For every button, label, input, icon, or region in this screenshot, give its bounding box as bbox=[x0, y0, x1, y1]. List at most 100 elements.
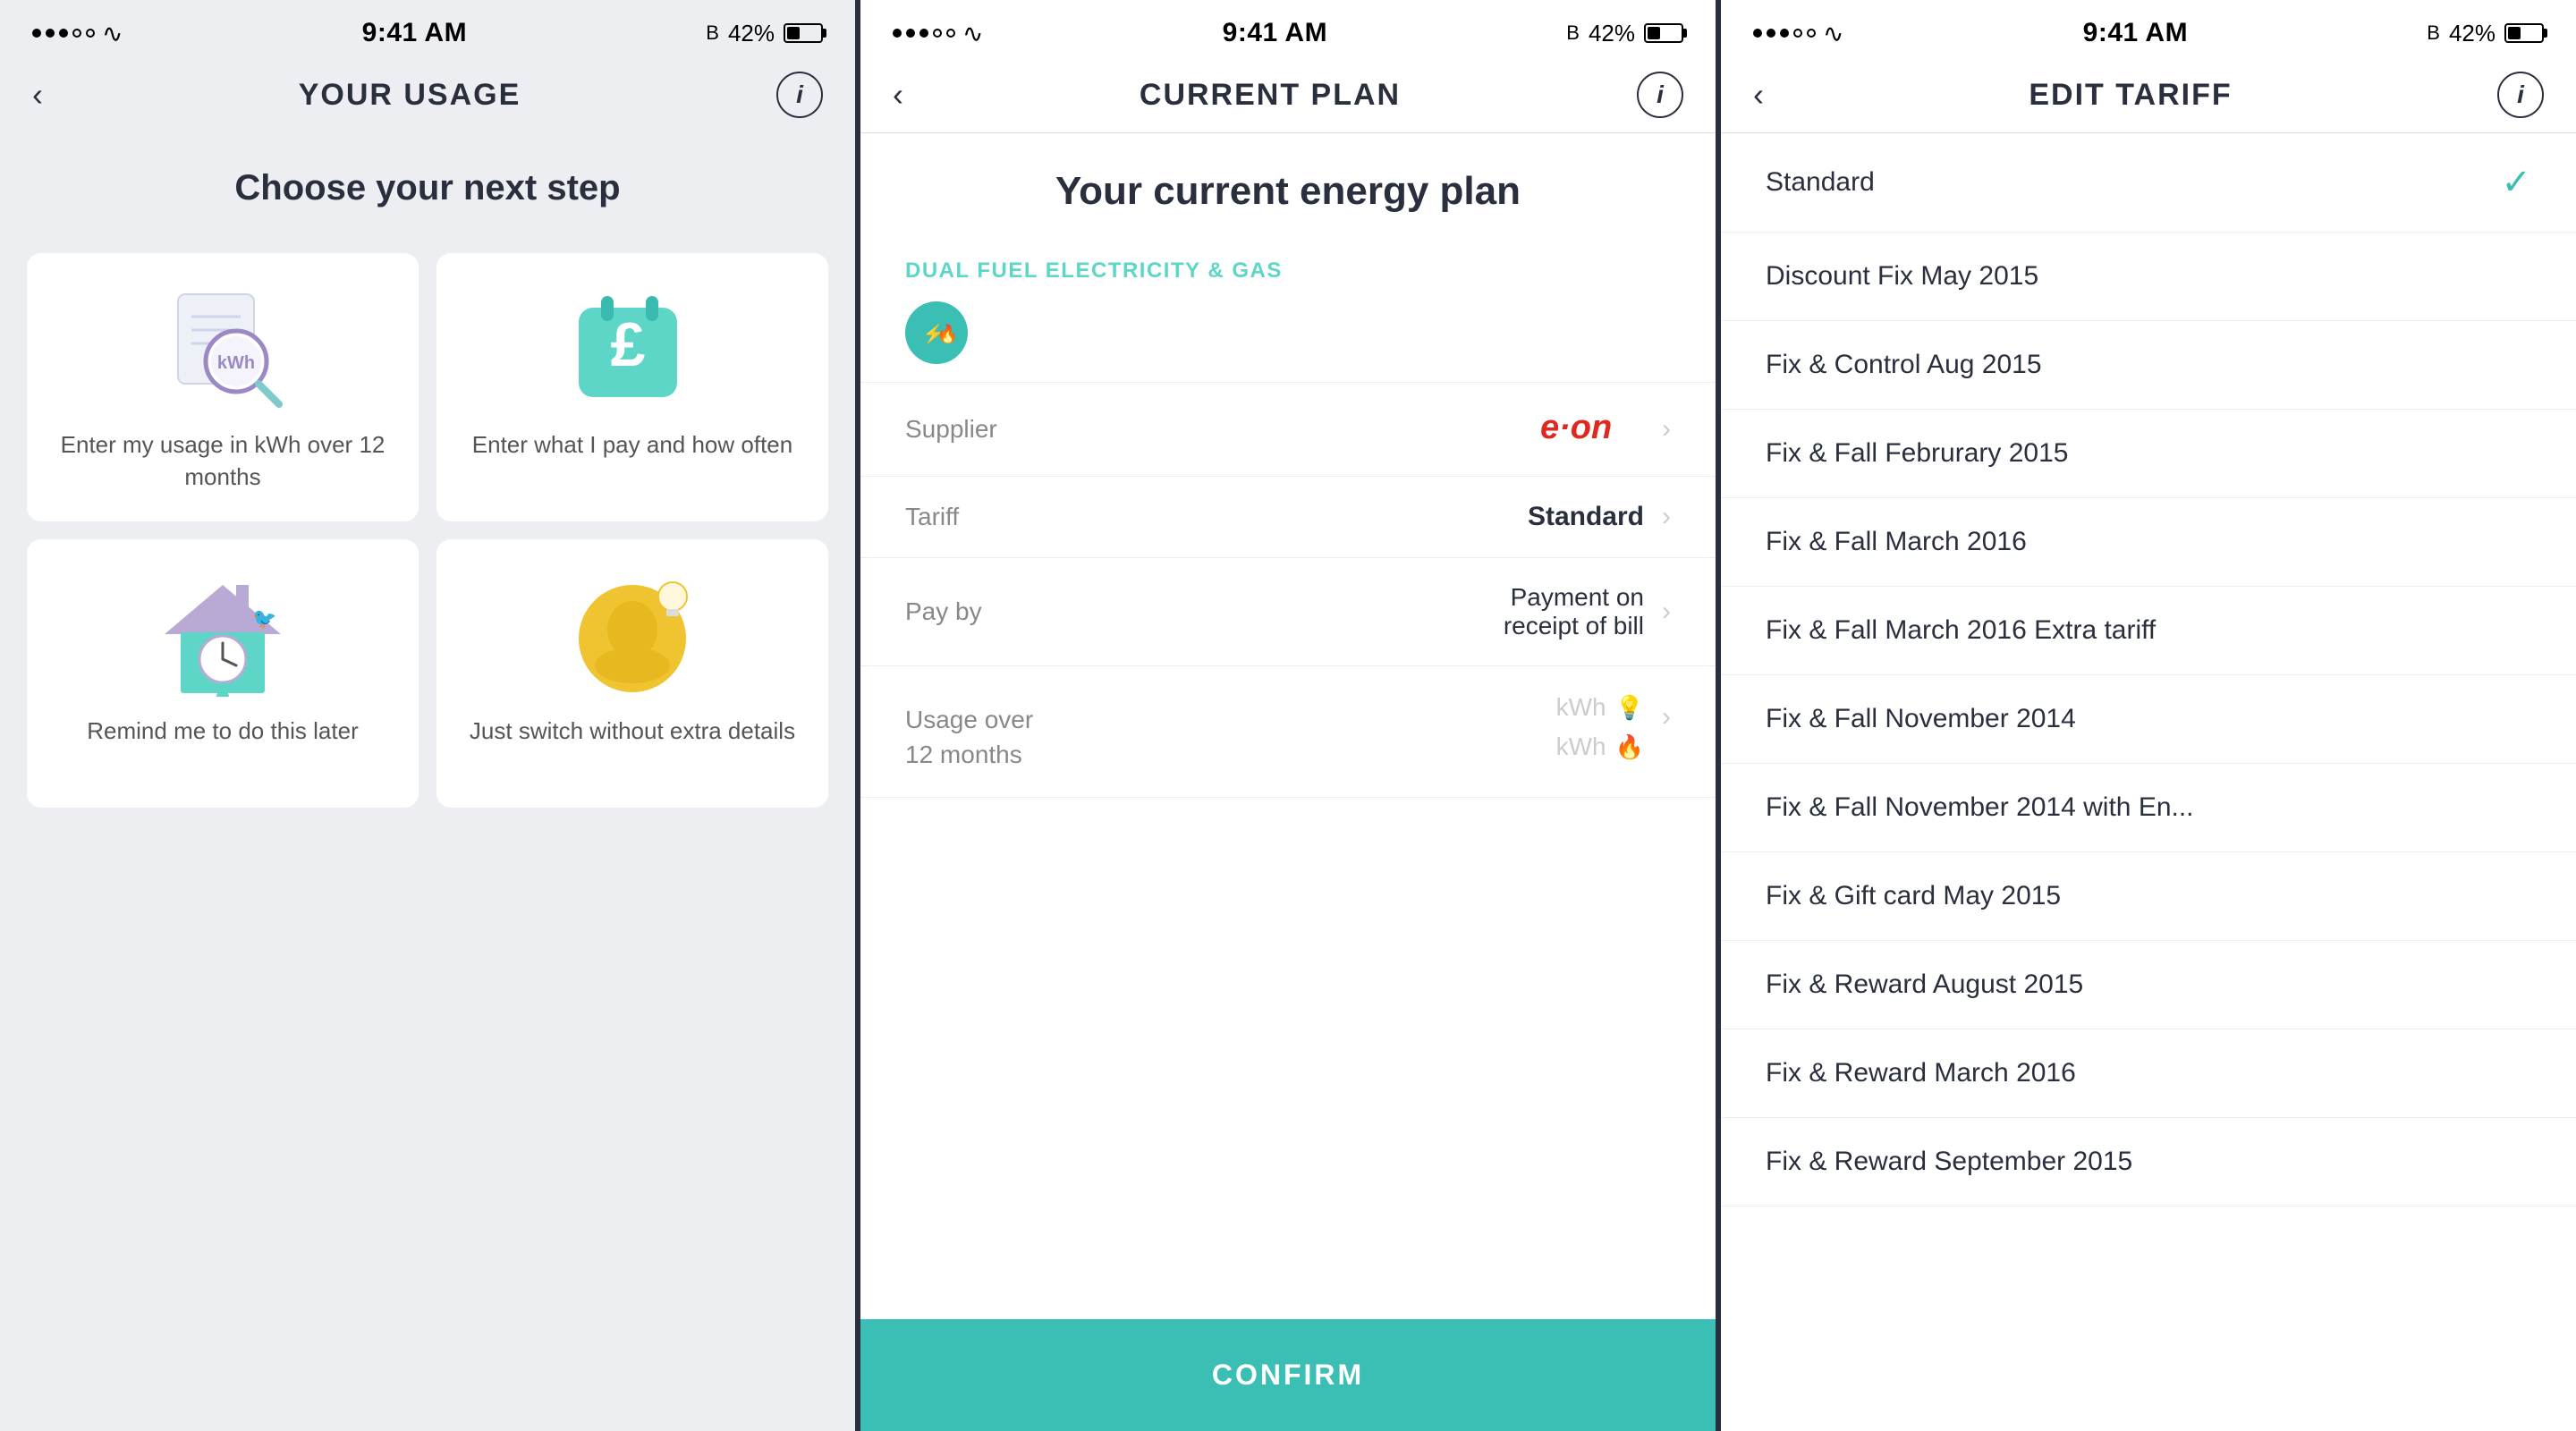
dot2-2 bbox=[906, 29, 915, 38]
nav-bar-1: ‹ YOUR USAGE i bbox=[0, 63, 855, 132]
supplier-value: e·on bbox=[1084, 408, 1662, 451]
panel-edit-tariff: ∿ 9:41 AM B 42% ‹ EDIT TARIFF i Standard… bbox=[1716, 0, 2576, 1431]
svg-text:🔥: 🔥 bbox=[936, 323, 954, 344]
card-switch-label: Just switch without extra details bbox=[470, 715, 795, 747]
card-kwh-label: Enter my usage in kWh over 12 months bbox=[45, 428, 401, 494]
calendar-svg: £ bbox=[565, 285, 699, 411]
battery-fill-3 bbox=[2508, 27, 2521, 39]
svg-text:e·on: e·on bbox=[1540, 409, 1612, 444]
bulbhead-svg bbox=[565, 572, 699, 697]
time-display-3: 9:41 AM bbox=[2083, 18, 2188, 48]
tariff-item-label-9: Fix & Reward August 2015 bbox=[1766, 970, 2083, 1000]
elec-kwh-value: kWh bbox=[1556, 693, 1606, 722]
tariff-item-label-6: Fix & Fall November 2014 bbox=[1766, 704, 2076, 734]
dot3-1 bbox=[1753, 29, 1762, 38]
supplier-row[interactable]: Supplier e·on › bbox=[860, 383, 1716, 477]
battery-fill-2 bbox=[1648, 27, 1660, 39]
tariff-item-5[interactable]: Fix & Fall March 2016 Extra tariff bbox=[1721, 587, 2576, 675]
tariff-check-icon-0: ✓ bbox=[2501, 162, 2531, 203]
back-button-3[interactable]: ‹ bbox=[1753, 76, 1764, 114]
info-button-2[interactable]: i bbox=[1637, 72, 1683, 118]
dot2-5 bbox=[946, 29, 955, 38]
bulb-head-illustration bbox=[565, 572, 699, 697]
plan-rows: Supplier e·on › Tariff Standard › Pay by… bbox=[860, 382, 1716, 851]
dot5 bbox=[86, 29, 95, 38]
tariff-item-7[interactable]: Fix & Fall November 2014 with En... bbox=[1721, 764, 2576, 852]
page-title-2: CURRENT PLAN bbox=[1140, 78, 1401, 113]
info-button-1[interactable]: i bbox=[776, 72, 823, 118]
tariff-list: Standard ✓ Discount Fix May 2015Fix & Cont… bbox=[1721, 133, 2576, 1431]
tariff-item-3[interactable]: Fix & Fall Februrary 2015 bbox=[1721, 410, 2576, 498]
card-remind-later[interactable]: 🐦 Remind me to do this later bbox=[27, 539, 419, 808]
dot3-2 bbox=[1767, 29, 1775, 38]
dot2-3 bbox=[919, 29, 928, 38]
tariff-item-1[interactable]: Discount Fix May 2015 bbox=[1721, 233, 2576, 321]
wifi-icon: ∿ bbox=[102, 19, 123, 48]
payby-chevron: › bbox=[1662, 597, 1671, 627]
house-svg: 🐦 bbox=[156, 572, 290, 697]
usage-row[interactable]: Usage over12 months kWh 💡 kWh 🔥 › bbox=[860, 666, 1716, 798]
tariff-row[interactable]: Tariff Standard › bbox=[860, 477, 1716, 558]
panel-current-plan: ∿ 9:41 AM B 42% ‹ CURRENT PLAN i Your cu… bbox=[855, 0, 1716, 1431]
elec-icon: 💡 bbox=[1615, 694, 1644, 722]
tariff-item-4[interactable]: Fix & Fall March 2016 bbox=[1721, 498, 2576, 587]
battery-pct-3: 42% bbox=[2449, 20, 2496, 47]
tariff-item-label-0: Standard bbox=[1766, 167, 1875, 198]
kwh-svg: kWh bbox=[156, 285, 290, 411]
card-kwh-usage[interactable]: kWh Enter my usage in kWh over 12 months bbox=[27, 253, 419, 521]
card-remind-label: Remind me to do this later bbox=[87, 715, 358, 747]
usage-grid: kWh Enter my usage in kWh over 12 months bbox=[27, 253, 828, 808]
time-display-2: 9:41 AM bbox=[1223, 18, 1327, 48]
dot2 bbox=[46, 29, 55, 38]
signal-area: ∿ bbox=[32, 19, 123, 48]
status-bar-3: ∿ 9:41 AM B 42% bbox=[1721, 0, 2576, 63]
dot2-1 bbox=[893, 29, 902, 38]
dot1 bbox=[32, 29, 41, 38]
dot2-4 bbox=[933, 29, 942, 38]
tariff-item-0[interactable]: Standard ✓ bbox=[1721, 133, 2576, 233]
tariff-item-9[interactable]: Fix & Reward August 2015 bbox=[1721, 941, 2576, 1029]
tariff-item-label-7: Fix & Fall November 2014 with En... bbox=[1766, 792, 2194, 823]
tariff-item-label-5: Fix & Fall March 2016 Extra tariff bbox=[1766, 615, 2156, 646]
card-just-switch[interactable]: Just switch without extra details bbox=[436, 539, 828, 808]
status-right-3: B 42% bbox=[2427, 20, 2544, 47]
dot3-5 bbox=[1807, 29, 1816, 38]
status-right-1: B 42% bbox=[706, 20, 823, 47]
tariff-item-6[interactable]: Fix & Fall November 2014 bbox=[1721, 675, 2576, 764]
svg-text:kWh: kWh bbox=[217, 353, 255, 373]
nav-bar-2: ‹ CURRENT PLAN i bbox=[860, 63, 1716, 133]
tariff-item-10[interactable]: Fix & Reward March 2016 bbox=[1721, 1029, 2576, 1118]
tariff-item-label-8: Fix & Gift card May 2015 bbox=[1766, 881, 2061, 911]
back-button-2[interactable]: ‹ bbox=[893, 76, 903, 114]
payby-label: Pay by bbox=[905, 597, 1084, 626]
usage-label: Usage over12 months bbox=[905, 693, 1084, 772]
tariff-item-label-3: Fix & Fall Februrary 2015 bbox=[1766, 438, 2068, 469]
bluetooth-icon-3: B bbox=[2427, 21, 2440, 45]
card-pay-amount[interactable]: £ Enter what I pay and how often bbox=[436, 253, 828, 521]
tariff-item-11[interactable]: Fix & Reward September 2015 bbox=[1721, 1118, 2576, 1207]
tariff-item-2[interactable]: Fix & Control Aug 2015 bbox=[1721, 321, 2576, 410]
usage-value: kWh 💡 kWh 🔥 bbox=[1084, 693, 1662, 761]
plan-heading: Your current energy plan bbox=[905, 169, 1671, 214]
dot3-4 bbox=[1793, 29, 1802, 38]
page-title-1: YOUR USAGE bbox=[299, 78, 521, 113]
tariff-label: Tariff bbox=[905, 503, 1084, 531]
supplier-label: Supplier bbox=[905, 415, 1084, 444]
tariff-item-8[interactable]: Fix & Gift card May 2015 bbox=[1721, 852, 2576, 941]
tariff-item-label-10: Fix & Reward March 2016 bbox=[1766, 1058, 2076, 1088]
plan-content: Your current energy plan DUAL FUEL ELECT… bbox=[860, 133, 1716, 1431]
signal-dots-3 bbox=[1753, 29, 1816, 38]
battery-icon-1 bbox=[784, 23, 823, 43]
back-button-1[interactable]: ‹ bbox=[32, 76, 43, 114]
battery-pct-1: 42% bbox=[728, 20, 775, 47]
info-button-3[interactable]: i bbox=[2497, 72, 2544, 118]
fuel-svg: ⚡ 🔥 bbox=[919, 315, 954, 351]
battery-fill-1 bbox=[787, 27, 800, 39]
payby-row[interactable]: Pay by Payment onreceipt of bill › bbox=[860, 558, 1716, 666]
page-title-3: EDIT TARIFF bbox=[2029, 78, 2232, 113]
supplier-chevron: › bbox=[1662, 414, 1671, 445]
tariff-item-label-11: Fix & Reward September 2015 bbox=[1766, 1147, 2132, 1177]
bluetooth-icon-1: B bbox=[706, 21, 719, 45]
confirm-button[interactable]: CONFIRM bbox=[860, 1319, 1716, 1431]
eon-logo: e·on bbox=[1537, 408, 1644, 444]
